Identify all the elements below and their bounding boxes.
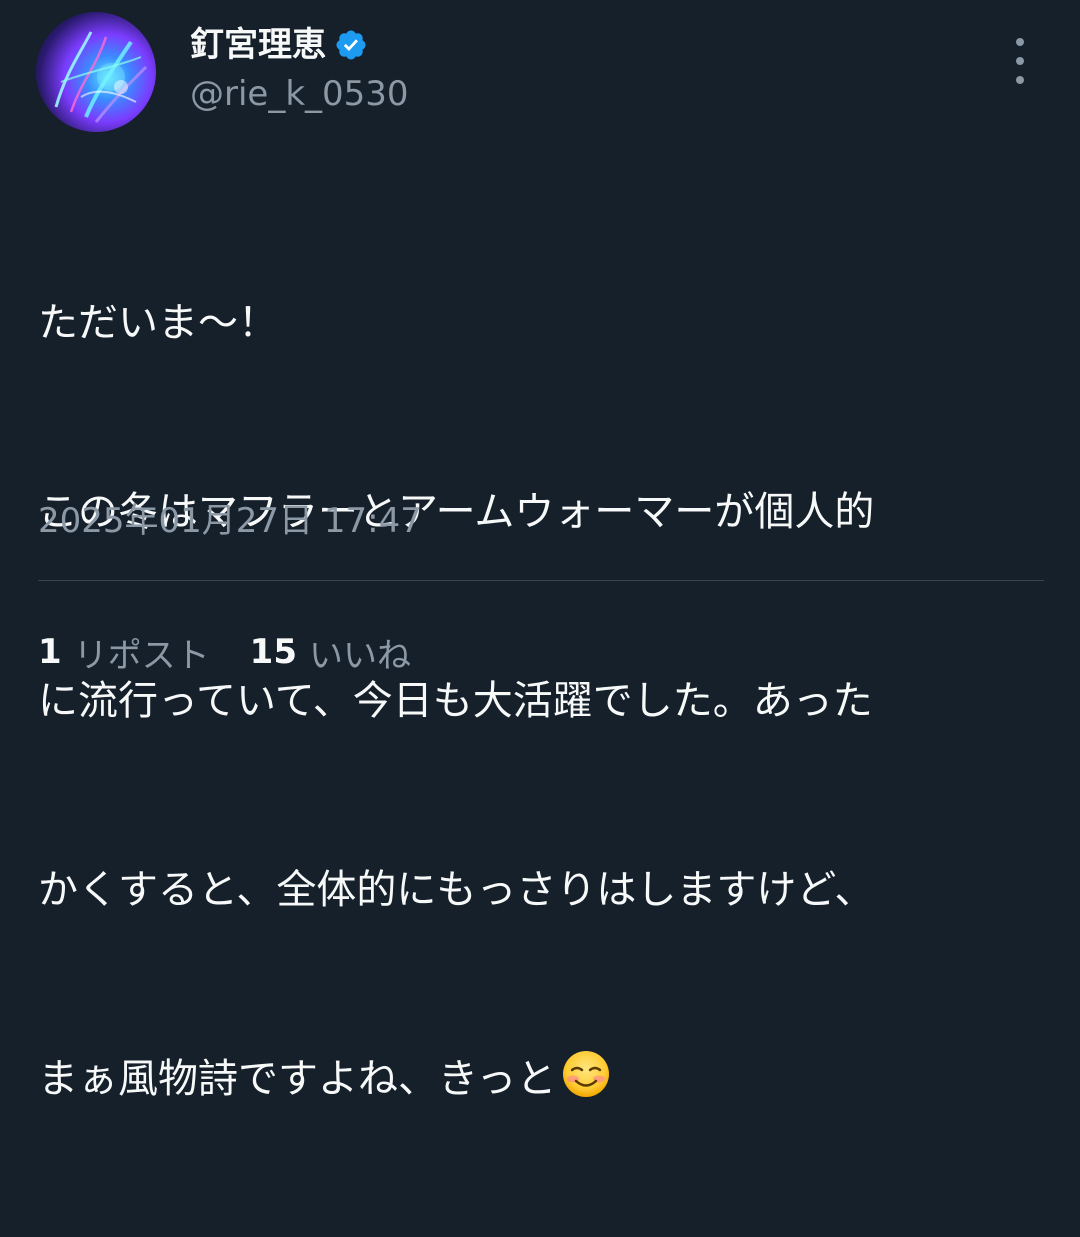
likes-label: いいね <box>309 635 411 676</box>
tweet-detail: 釘宮理恵 @rie_k_0530 ただいま〜！ この冬はマフラーとアームウォーマ… <box>0 0 1080 1102</box>
tweet-text-last-line: まぁ風物詩ですよね、きっと☺️ <box>38 1048 1048 1111</box>
reposts-label: リポスト <box>73 635 210 676</box>
author-handle[interactable]: @rie_k_0530 <box>190 72 409 116</box>
tweet-timestamp[interactable]: 2025年01月27日 17:47 <box>38 498 422 544</box>
tweet-text: ただいま〜！ この冬はマフラーとアームウォーマーが個人的 に流行っていて、今日も… <box>38 166 1048 1237</box>
author-name-row: 釘宮理恵 <box>190 22 368 68</box>
verified-badge-icon <box>334 28 368 62</box>
reposts-stat[interactable]: 1 リポスト <box>38 628 210 677</box>
avatar[interactable] <box>36 12 156 132</box>
divider <box>38 580 1044 581</box>
tweet-text-line: に流行っていて、今日も大活躍でした。あった <box>38 678 873 724</box>
author-display-name[interactable]: 釘宮理恵 <box>190 22 326 68</box>
engagement-stats: 1 リポスト 15 いいね <box>38 627 411 677</box>
smiling-face-emoji-icon: ☺️ <box>560 1048 612 1100</box>
reposts-count: 1 <box>38 632 62 672</box>
more-vertical-icon-dot <box>1016 76 1024 84</box>
more-vertical-icon <box>1016 38 1024 46</box>
tweet-text-line: ただいま〜！ <box>38 300 278 346</box>
more-options-button[interactable] <box>1004 38 1036 84</box>
tweet-text-line: かくすると、全体的にもっさりはしますけど、 <box>38 867 875 913</box>
more-vertical-icon-dot <box>1016 57 1024 65</box>
likes-count: 15 <box>249 632 297 672</box>
tweet-text-line: まぁ風物詩ですよね、きっと <box>38 1056 557 1102</box>
abstract-neon-avatar-icon <box>54 31 148 123</box>
likes-stat[interactable]: 15 いいね <box>250 628 411 677</box>
